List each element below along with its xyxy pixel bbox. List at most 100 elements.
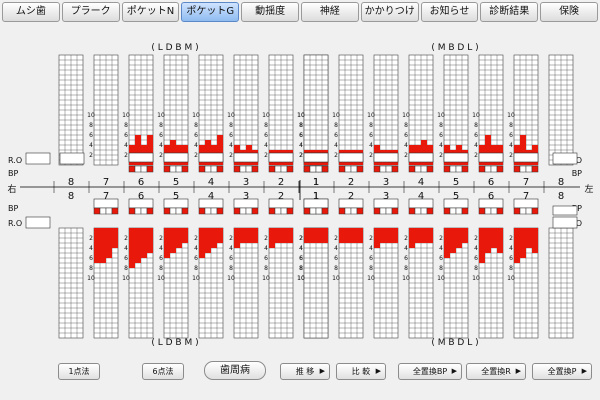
upper-bp-cell[interactable] xyxy=(210,165,218,173)
lower-bp-cell[interactable] xyxy=(379,207,387,215)
lower-bp-cell[interactable] xyxy=(455,207,463,215)
upper-bp-cell[interactable] xyxy=(455,165,463,173)
upper-bp-cell[interactable] xyxy=(426,165,434,173)
lower-bp-cell[interactable] xyxy=(344,207,352,215)
upper-bp-cell[interactable] xyxy=(391,165,399,173)
lower-bp-cell[interactable] xyxy=(449,207,457,215)
ro-field-upper[interactable] xyxy=(373,152,399,163)
lower-bp-cell[interactable] xyxy=(239,207,247,215)
ro-field-upper[interactable] xyxy=(408,152,434,163)
upper-bp-cell[interactable] xyxy=(251,165,259,173)
lower-bp-cell[interactable] xyxy=(210,207,218,215)
upper-bp-cell[interactable] xyxy=(146,165,154,173)
lower-bp-cell[interactable] xyxy=(198,207,206,215)
lower-bp-cell[interactable] xyxy=(531,207,539,215)
ro-field-upper[interactable] xyxy=(338,152,364,163)
upper-bp-cell[interactable] xyxy=(315,165,323,173)
lower-bp-cell[interactable] xyxy=(181,207,189,215)
lower-bp-cell[interactable] xyxy=(99,207,107,215)
upper-bp-cell[interactable] xyxy=(478,165,486,173)
ro-field-lower-left-8[interactable] xyxy=(552,216,578,229)
upper-bp-cell[interactable] xyxy=(490,165,498,173)
lower-bp-cell[interactable] xyxy=(146,207,154,215)
upper-bp-cell[interactable] xyxy=(519,165,527,173)
ro-field-upper-left-8[interactable] xyxy=(552,152,578,165)
ro-field-upper[interactable] xyxy=(478,152,504,163)
lower-bp-cell[interactable] xyxy=(373,207,381,215)
six-point-button[interactable]: 6点法 xyxy=(142,363,184,380)
upper-bp-cell[interactable] xyxy=(309,165,317,173)
upper-bp-cell[interactable] xyxy=(356,165,364,173)
upper-bp-cell[interactable] xyxy=(128,165,136,173)
bp-field-lower-left-8[interactable] xyxy=(552,205,578,216)
ro-field-upper-right-8[interactable] xyxy=(25,152,51,165)
lower-bp-cell[interactable] xyxy=(274,207,282,215)
upper-bp-cell[interactable] xyxy=(134,165,142,173)
upper-bp-cell[interactable] xyxy=(420,165,428,173)
upper-bp-cell[interactable] xyxy=(344,165,352,173)
ro-field-upper[interactable] xyxy=(268,152,294,163)
lower-bp-cell[interactable] xyxy=(443,207,451,215)
lower-bp-cell[interactable] xyxy=(350,207,358,215)
upper-bp-cell[interactable] xyxy=(408,165,416,173)
lower-bp-cell[interactable] xyxy=(408,207,416,215)
lower-bp-cell[interactable] xyxy=(391,207,399,215)
upper-bp-cell[interactable] xyxy=(443,165,451,173)
upper-bp-cell[interactable] xyxy=(280,165,288,173)
upper-bp-cell[interactable] xyxy=(268,165,276,173)
lower-bp-cell[interactable] xyxy=(140,207,148,215)
lower-bp-cell[interactable] xyxy=(163,207,171,215)
lower-bp-cell[interactable] xyxy=(286,207,294,215)
lower-bp-cell[interactable] xyxy=(251,207,259,215)
upper-bp-cell[interactable] xyxy=(379,165,387,173)
upper-bp-cell[interactable] xyxy=(484,165,492,173)
lower-bp-cell[interactable] xyxy=(93,207,101,215)
upper-bp-cell[interactable] xyxy=(286,165,294,173)
lower-bp-cell[interactable] xyxy=(461,207,469,215)
upper-bp-cell[interactable] xyxy=(385,165,393,173)
upper-bp-cell[interactable] xyxy=(169,165,177,173)
lower-bp-cell[interactable] xyxy=(426,207,434,215)
replace-all-r-button[interactable]: 全置換R ▶ xyxy=(466,363,526,380)
ro-field-upper[interactable] xyxy=(233,152,259,163)
upper-bp-cell[interactable] xyxy=(531,165,539,173)
upper-bp-cell[interactable] xyxy=(274,165,282,173)
lower-bp-cell[interactable] xyxy=(245,207,253,215)
ro-field-upper[interactable] xyxy=(163,152,189,163)
upper-bp-cell[interactable] xyxy=(414,165,422,173)
lower-bp-cell[interactable] xyxy=(303,207,311,215)
lower-bp-cell[interactable] xyxy=(315,207,323,215)
upper-bp-cell[interactable] xyxy=(461,165,469,173)
upper-bp-cell[interactable] xyxy=(163,165,171,173)
ro-field-upper-right-7[interactable] xyxy=(59,152,85,165)
upper-bp-cell[interactable] xyxy=(198,165,206,173)
ro-field-upper[interactable] xyxy=(443,152,469,163)
ro-field-upper[interactable] xyxy=(198,152,224,163)
upper-bp-cell[interactable] xyxy=(245,165,253,173)
lower-bp-cell[interactable] xyxy=(385,207,393,215)
lower-bp-cell[interactable] xyxy=(169,207,177,215)
periodontal-button[interactable]: 歯周病 xyxy=(204,361,266,380)
upper-bp-cell[interactable] xyxy=(373,165,381,173)
lower-bp-cell[interactable] xyxy=(356,207,364,215)
lower-bp-cell[interactable] xyxy=(216,207,224,215)
lower-bp-cell[interactable] xyxy=(309,207,317,215)
lower-bp-cell[interactable] xyxy=(414,207,422,215)
lower-bp-cell[interactable] xyxy=(478,207,486,215)
lower-bp-cell[interactable] xyxy=(128,207,136,215)
upper-bp-cell[interactable] xyxy=(181,165,189,173)
upper-bp-cell[interactable] xyxy=(216,165,224,173)
lower-bp-cell[interactable] xyxy=(105,207,113,215)
lower-bp-cell[interactable] xyxy=(525,207,533,215)
lower-bp-cell[interactable] xyxy=(338,207,346,215)
replace-all-p-button[interactable]: 全置換P ▶ xyxy=(532,363,592,380)
upper-bp-cell[interactable] xyxy=(321,165,329,173)
ro-field-lower-right-8[interactable] xyxy=(25,216,51,229)
ro-field-upper[interactable] xyxy=(128,152,154,163)
lower-bp-cell[interactable] xyxy=(233,207,241,215)
upper-bp-cell[interactable] xyxy=(239,165,247,173)
upper-bp-cell[interactable] xyxy=(233,165,241,173)
lower-bp-cell[interactable] xyxy=(111,207,119,215)
lower-bp-cell[interactable] xyxy=(490,207,498,215)
upper-bp-cell[interactable] xyxy=(525,165,533,173)
